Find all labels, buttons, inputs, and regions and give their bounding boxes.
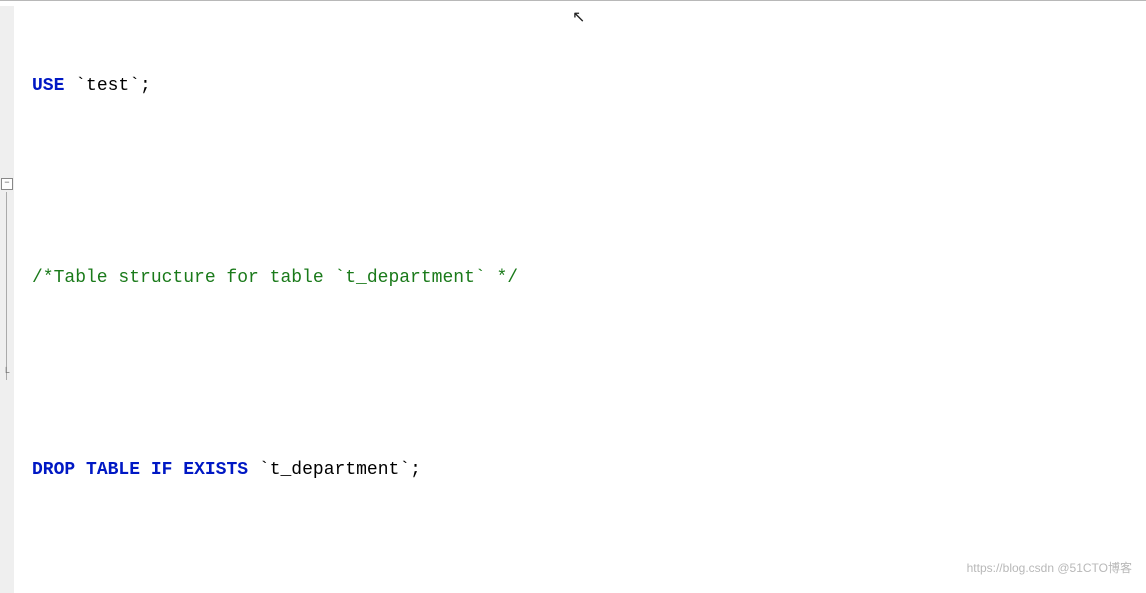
code-line[interactable] <box>32 166 1146 198</box>
watermark-text: https://blog.csdn @51CTO博客 <box>967 552 1132 584</box>
code-line[interactable] <box>32 358 1146 390</box>
fold-gutter: − └ <box>0 6 14 593</box>
fold-guide-line <box>6 192 7 380</box>
keyword-use: USE <box>32 76 64 96</box>
code-line[interactable]: USE `test`; <box>32 70 1146 102</box>
code-line[interactable]: DROP TABLE IF EXISTS `t_department`; <box>32 454 1146 486</box>
keyword: TABLE <box>86 460 140 480</box>
identifier: `test` <box>75 76 140 96</box>
keyword: DROP <box>32 460 75 480</box>
keyword: EXISTS <box>183 460 248 480</box>
comment: /*Table structure for table `t_departmen… <box>32 268 518 288</box>
keyword: IF <box>151 460 173 480</box>
code-line[interactable]: /*Table structure for table `t_departmen… <box>32 262 1146 294</box>
fold-toggle-minus-icon[interactable]: − <box>1 178 13 190</box>
identifier: `t_department` <box>259 460 410 480</box>
code-area[interactable]: USE `test`; /*Table structure for table … <box>32 6 1146 593</box>
sql-editor[interactable]: − └ USE `test`; /*Table structure for ta… <box>0 2 1146 593</box>
fold-end-icon: └ <box>1 370 11 380</box>
punct-semicolon: ; <box>140 76 151 96</box>
